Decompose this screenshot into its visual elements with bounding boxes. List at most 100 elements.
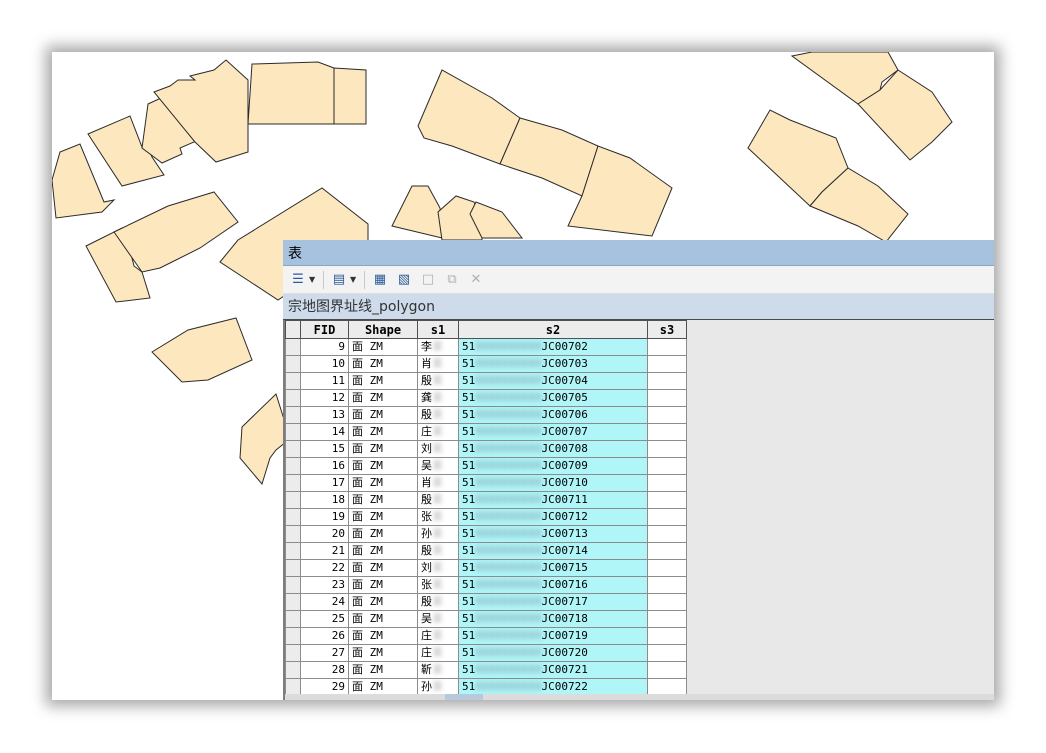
table-options-icon[interactable]: ☰ [289,271,307,289]
cell-shape[interactable]: 面 ZM [348,644,418,662]
cell-shape[interactable]: 面 ZM [348,423,418,441]
cell-s2[interactable]: 510000000000JC00708 [458,440,648,458]
cell-shape[interactable]: 面 ZM [348,406,418,424]
row-selector[interactable] [285,338,301,356]
cell-s1[interactable]: 靳某 [417,661,459,679]
row-selector[interactable] [285,627,301,645]
cell-shape[interactable]: 面 ZM [348,355,418,373]
cell-s3[interactable] [647,627,687,645]
row-selector[interactable] [285,678,301,696]
cell-fid[interactable]: 12 [300,389,349,407]
cell-s3[interactable] [647,457,687,475]
table-row[interactable]: 14 面 ZM 庄某 510000000000JC00707 [285,423,687,441]
table-row[interactable]: 18 面 ZM 殷某 510000000000JC00711 [285,491,687,509]
cell-s1[interactable]: 吴某 [417,610,459,628]
cell-s1[interactable]: 肖某 [417,474,459,492]
table-row[interactable]: 16 面 ZM 吴某 510000000000JC00709 [285,457,687,475]
cell-fid[interactable]: 18 [300,491,349,509]
cell-s1[interactable]: 刘某 [417,559,459,577]
table-row[interactable]: 29 面 ZM 孙某 510000000000JC00722 [285,678,687,696]
cell-s1[interactable]: 刘某 [417,440,459,458]
row-selector[interactable] [285,423,301,441]
cell-shape[interactable]: 面 ZM [348,474,418,492]
cell-s1[interactable]: 张某 [417,508,459,526]
cell-s3[interactable] [647,491,687,509]
cell-fid[interactable]: 14 [300,423,349,441]
cell-s1[interactable]: 庄某 [417,644,459,662]
cell-s2[interactable]: 510000000000JC00722 [458,678,648,696]
cell-shape[interactable]: 面 ZM [348,508,418,526]
table-row[interactable]: 15 面 ZM 刘某 510000000000JC00708 [285,440,687,458]
cell-s3[interactable] [647,423,687,441]
cell-shape[interactable]: 面 ZM [348,627,418,645]
cell-s1[interactable]: 殷某 [417,406,459,424]
row-selector[interactable] [285,644,301,662]
cell-s2[interactable]: 510000000000JC00712 [458,508,648,526]
cell-shape[interactable]: 面 ZM [348,525,418,543]
cell-s1[interactable]: 殷某 [417,372,459,390]
cell-s3[interactable] [647,474,687,492]
cell-s3[interactable] [647,610,687,628]
cell-shape[interactable]: 面 ZM [348,491,418,509]
row-selector[interactable] [285,593,301,611]
row-selector[interactable] [285,355,301,373]
table-row[interactable]: 24 面 ZM 殷某 510000000000JC00717 [285,593,687,611]
cell-s3[interactable] [647,355,687,373]
row-selector[interactable] [285,372,301,390]
cell-s2[interactable]: 510000000000JC00716 [458,576,648,594]
cell-s1[interactable]: 庄某 [417,627,459,645]
table-grid-area[interactable]: FID Shape s1 s2 s3 9面 ZM 李某 510000000000JC… [283,320,994,700]
table-row[interactable]: 10 面 ZM 肖某 510000000000JC00703 [285,355,687,373]
horizontal-scrollbar[interactable] [285,694,994,700]
cell-s1[interactable]: 李某 [417,338,459,356]
table-row[interactable]: 22 面 ZM 刘某 510000000000JC00715 [285,559,687,577]
cell-fid[interactable]: 22 [300,559,349,577]
row-selector-header[interactable] [285,320,301,339]
cell-shape[interactable]: 面 ZM [348,576,418,594]
cell-s1[interactable]: 吴某 [417,457,459,475]
row-selector[interactable] [285,559,301,577]
cell-s3[interactable] [647,508,687,526]
table-row[interactable]: 12 面 ZM 龚某 510000000000JC00705 [285,389,687,407]
cell-shape[interactable]: 面 ZM [348,372,418,390]
cell-s2[interactable]: 510000000000JC00705 [458,389,648,407]
cell-s2[interactable]: 510000000000JC00717 [458,593,648,611]
cell-s3[interactable] [647,338,687,356]
cell-s2[interactable]: 510000000000JC00702 [458,338,648,356]
cell-fid[interactable]: 13 [300,406,349,424]
cell-s3[interactable] [647,644,687,662]
row-selector[interactable] [285,406,301,424]
column-header-s1[interactable]: s1 [417,320,459,339]
cell-shape[interactable]: 面 ZM [348,440,418,458]
cell-s1[interactable]: 龚某 [417,389,459,407]
chevron-down-icon[interactable]: ▼ [309,275,317,284]
table-row[interactable]: 28 面 ZM 靳某 510000000000JC00721 [285,661,687,679]
cell-s2[interactable]: 510000000000JC00704 [458,372,648,390]
column-header-s3[interactable]: s3 [647,320,687,339]
cell-s3[interactable] [647,542,687,560]
row-selector[interactable] [285,440,301,458]
cell-s3[interactable] [647,593,687,611]
table-row[interactable]: 11 面 ZM 殷某 510000000000JC00704 [285,372,687,390]
column-header-s2[interactable]: s2 [458,320,648,339]
cell-s1[interactable]: 肖某 [417,355,459,373]
cell-s1[interactable]: 殷某 [417,542,459,560]
cell-s3[interactable] [647,440,687,458]
cell-s3[interactable] [647,661,687,679]
cell-shape[interactable]: 面 ZM [348,457,418,475]
window-title-bar[interactable]: 表 [283,240,994,266]
row-selector[interactable] [285,576,301,594]
cell-fid[interactable]: 27 [300,644,349,662]
layer-tab[interactable]: 宗地图界址线_polygon [286,296,437,319]
cell-shape[interactable]: 面 ZM [348,559,418,577]
table-row[interactable]: 19 面 ZM 张某 510000000000JC00712 [285,508,687,526]
cell-s1[interactable]: 孙某 [417,525,459,543]
column-header-shape[interactable]: Shape [348,320,418,339]
cell-s2[interactable]: 510000000000JC00706 [458,406,648,424]
table-row[interactable]: 26 面 ZM 庄某 510000000000JC00719 [285,627,687,645]
chevron-down-icon[interactable]: ▼ [350,275,358,284]
row-selector[interactable] [285,542,301,560]
cell-s2[interactable]: 510000000000JC00720 [458,644,648,662]
select-by-attributes-icon[interactable]: ▦ [371,271,389,289]
cell-s2[interactable]: 510000000000JC00718 [458,610,648,628]
